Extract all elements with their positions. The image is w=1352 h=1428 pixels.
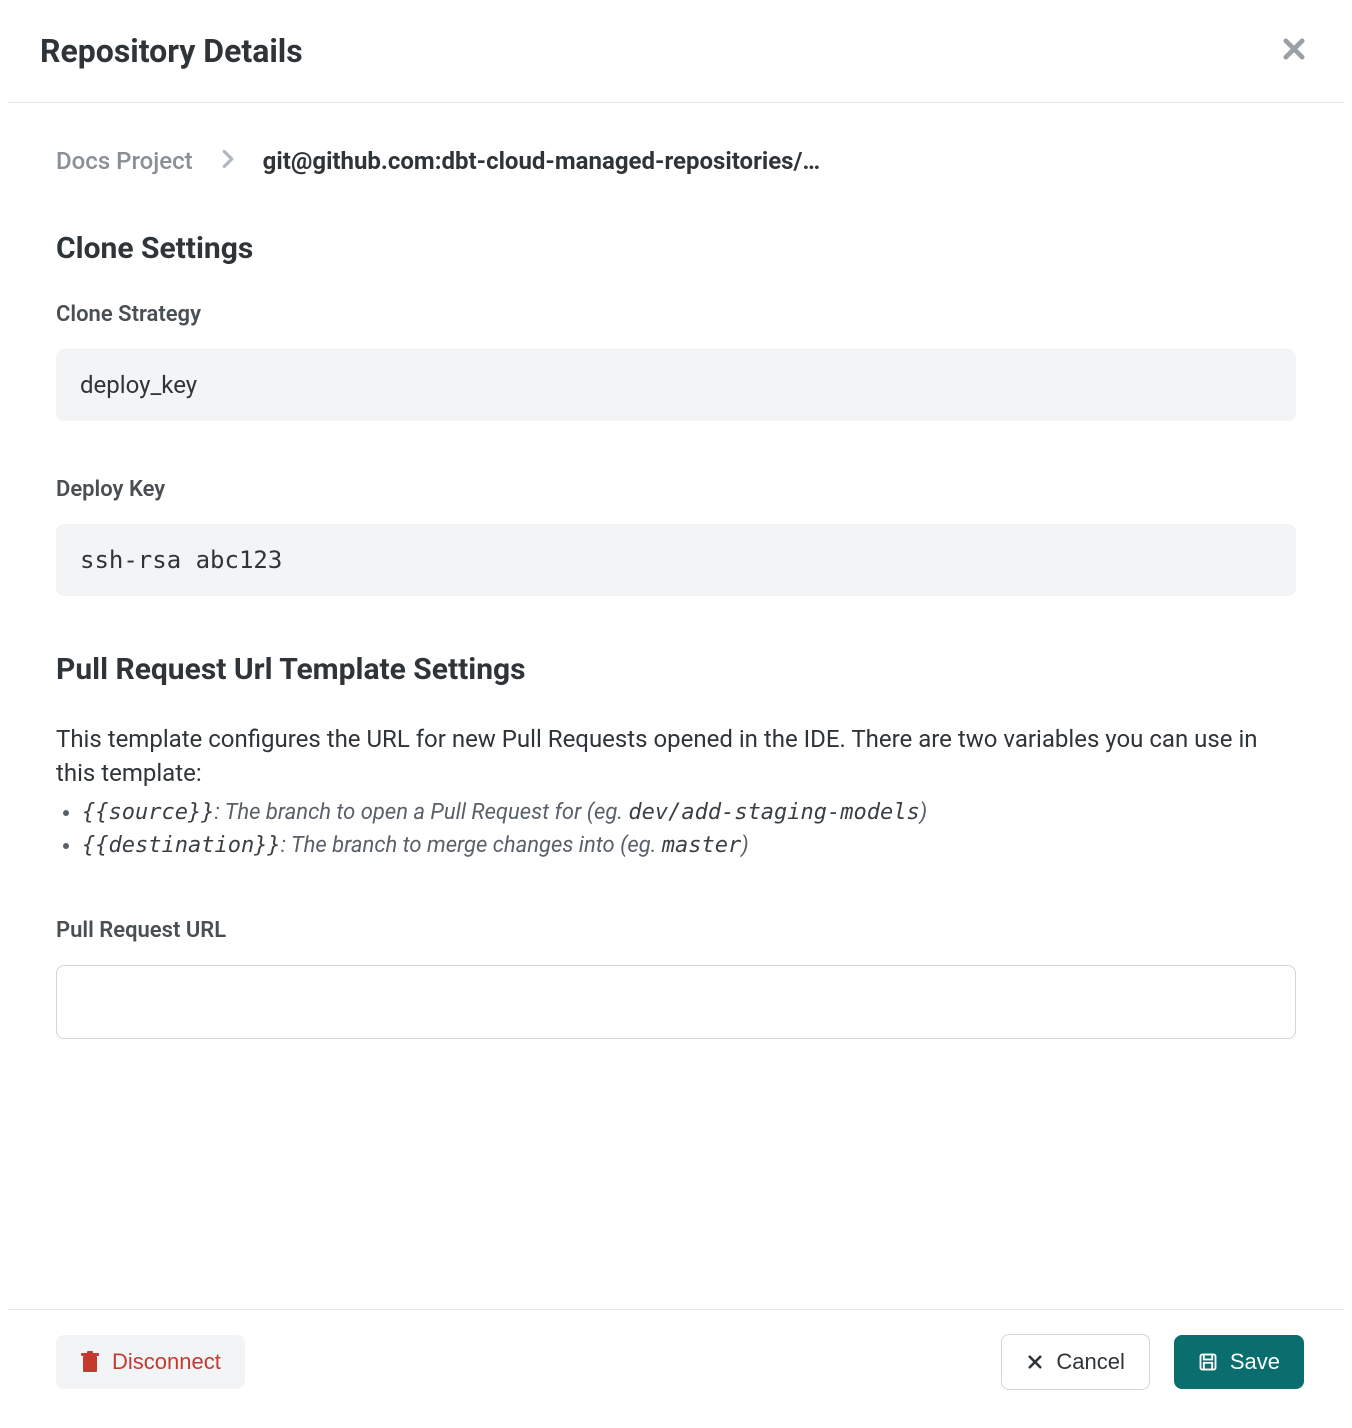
x-icon	[1026, 1353, 1044, 1371]
repository-details-modal: Repository Details Docs Project git@gith…	[8, 0, 1344, 1428]
chevron-right-icon	[221, 149, 235, 174]
breadcrumb-project[interactable]: Docs Project	[56, 147, 193, 175]
source-var-code: {{source}}	[82, 800, 214, 825]
deploy-key-label: Deploy Key	[56, 477, 1296, 502]
disconnect-label: Disconnect	[112, 1349, 221, 1375]
modal-footer: Disconnect Cancel Save	[8, 1309, 1344, 1428]
breadcrumb-current: git@github.com:dbt-cloud-managed-reposit…	[263, 147, 821, 175]
destination-var-code: {{destination}}	[82, 833, 281, 858]
save-button[interactable]: Save	[1174, 1335, 1304, 1389]
pr-settings-description: This template configures the URL for new…	[56, 723, 1296, 790]
deploy-key-value: ssh-rsa abc123	[56, 524, 1296, 596]
footer-right: Cancel Save	[1001, 1334, 1304, 1390]
template-var-source: {{source}}: The branch to open a Pull Re…	[82, 798, 1296, 829]
save-label: Save	[1230, 1349, 1280, 1375]
pr-url-label: Pull Request URL	[56, 918, 1296, 943]
clone-strategy-value: deploy_key	[56, 349, 1296, 421]
save-icon	[1198, 1352, 1218, 1372]
template-var-destination: {{destination}}: The branch to merge cha…	[82, 831, 1296, 862]
cancel-label: Cancel	[1056, 1349, 1124, 1375]
breadcrumb: Docs Project git@github.com:dbt-cloud-ma…	[56, 147, 1296, 175]
modal-body: Docs Project git@github.com:dbt-cloud-ma…	[8, 103, 1344, 1309]
clone-settings-title: Clone Settings	[56, 231, 1296, 266]
clone-strategy-label: Clone Strategy	[56, 302, 1296, 327]
template-vars-list: {{source}}: The branch to open a Pull Re…	[56, 798, 1296, 862]
modal-title: Repository Details	[40, 32, 303, 70]
pr-settings-title: Pull Request Url Template Settings	[56, 652, 1296, 687]
close-button[interactable]	[1276, 32, 1312, 70]
trash-icon	[80, 1351, 100, 1373]
pr-url-input[interactable]	[56, 965, 1296, 1039]
modal-header: Repository Details	[8, 0, 1344, 103]
cancel-button[interactable]: Cancel	[1001, 1334, 1149, 1390]
disconnect-button[interactable]: Disconnect	[56, 1335, 245, 1389]
close-icon	[1280, 35, 1308, 63]
